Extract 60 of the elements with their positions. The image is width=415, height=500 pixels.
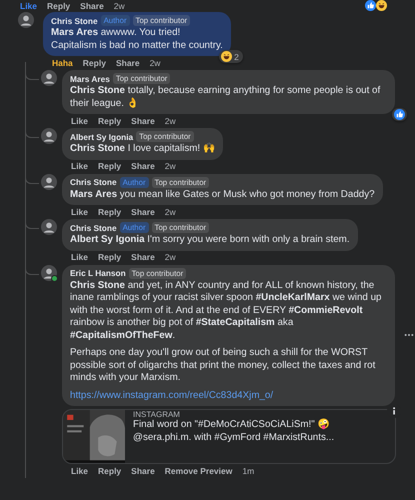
- like-link[interactable]: Like: [71, 252, 88, 262]
- action-link[interactable]: Reply: [98, 252, 122, 262]
- comment-text: Albert Sy Igonia I'm sorry you were born with only a brain stem.: [70, 234, 350, 246]
- timestamp: 2w: [164, 116, 176, 126]
- author-name[interactable]: Mars Ares: [70, 74, 110, 84]
- action-link[interactable]: Reply: [82, 58, 106, 68]
- timestamp: 2w: [164, 252, 176, 262]
- reaction-count[interactable]: [392, 108, 407, 121]
- like-link[interactable]: Like: [71, 206, 88, 216]
- comment-text: Capitalism is bad no matter the country.: [51, 40, 223, 52]
- preview-title: Final word on "#DeMoCrAtiCSoCiALiSm!" 🤪: [133, 419, 330, 432]
- action-link[interactable]: Reply: [98, 116, 122, 126]
- timestamp: 2w: [150, 58, 160, 68]
- comment-text: Mars Ares awwww. You tried!: [51, 27, 182, 40]
- comment-text: Mars Ares you mean like Gates or Musk who got money from Daddy?: [70, 188, 375, 201]
- action-link[interactable]: Share: [131, 161, 155, 171]
- thumbs-up-icon: [365, 0, 376, 11]
- preview-source: INSTAGRAM: [133, 410, 181, 419]
- action-link[interactable]: Share: [131, 116, 155, 126]
- like-link[interactable]: Like: [71, 466, 88, 476]
- author-name[interactable]: Albert Sy Igonia: [70, 132, 134, 142]
- action-link[interactable]: Reply: [98, 161, 122, 171]
- timestamp: 2w: [164, 206, 176, 216]
- reaction-count[interactable]: 2: [219, 50, 243, 63]
- action-link[interactable]: Share: [80, 0, 104, 10]
- action-link[interactable]: Share: [116, 58, 140, 68]
- action-link[interactable]: Remove Preview: [164, 466, 232, 476]
- like-link[interactable]: Haha: [52, 58, 73, 68]
- timestamp: 2w: [114, 0, 125, 10]
- timestamp: 1m: [242, 466, 254, 476]
- link[interactable]: https://www.instagram.com/reel/Cc83d4Xjm_o/: [70, 390, 387, 402]
- laughing-face-icon: [376, 0, 387, 11]
- like-link[interactable]: Like: [20, 0, 38, 10]
- avatar[interactable]: [41, 70, 57, 86]
- author-name[interactable]: Chris Stone: [70, 222, 117, 232]
- action-link[interactable]: Share: [131, 466, 155, 476]
- more-options-icon[interactable]: [404, 332, 414, 336]
- like-link[interactable]: Like: [71, 116, 88, 126]
- thumbs-up-icon: [394, 109, 405, 120]
- laughing-face-icon: [221, 51, 232, 62]
- preview-description: @sera.phi.m. with #GymFord #MarxistRunts...: [133, 432, 334, 444]
- avatar[interactable]: [41, 219, 57, 235]
- action-link[interactable]: Reply: [98, 206, 122, 216]
- avatar[interactable]: [41, 128, 57, 144]
- author-name[interactable]: Chris Stone: [70, 177, 117, 187]
- author-name[interactable]: Eric L Hanson: [70, 268, 126, 278]
- action-link[interactable]: Share: [131, 206, 155, 216]
- comment-text: Chris Stone I love capitalism! 🙌: [70, 143, 215, 156]
- comment-text: Perhaps one day you'll grow out of being such a shill for the WORST possible sort of oligarchs that print the money, collect the taxes and rot minds with your Marxism.: [70, 347, 376, 384]
- avatar[interactable]: [41, 264, 57, 280]
- avatar[interactable]: [18, 12, 34, 28]
- author-name[interactable]: Chris Stone: [51, 16, 98, 26]
- action-link[interactable]: Reply: [47, 0, 70, 10]
- like-link[interactable]: Like: [71, 161, 88, 171]
- comment-text: Chris Stone totally, because earning anything for some people is out of their league. 👌: [70, 85, 382, 110]
- action-link[interactable]: Reply: [98, 466, 122, 476]
- avatar[interactable]: [41, 174, 57, 190]
- timestamp: 2w: [164, 161, 176, 171]
- action-link[interactable]: Share: [131, 252, 155, 262]
- comment-text: Chris Stone and yet, in ANY country and for ALL of known history, the inane ramblings of your racist silver spoon #UncleKarlMarx we wind up with the worst form of it. And at the end of EVERY #CommieRevolt rainbow is another big pot of #StateCapitalism aka #CapitalismOfTheFew.: [70, 280, 382, 342]
